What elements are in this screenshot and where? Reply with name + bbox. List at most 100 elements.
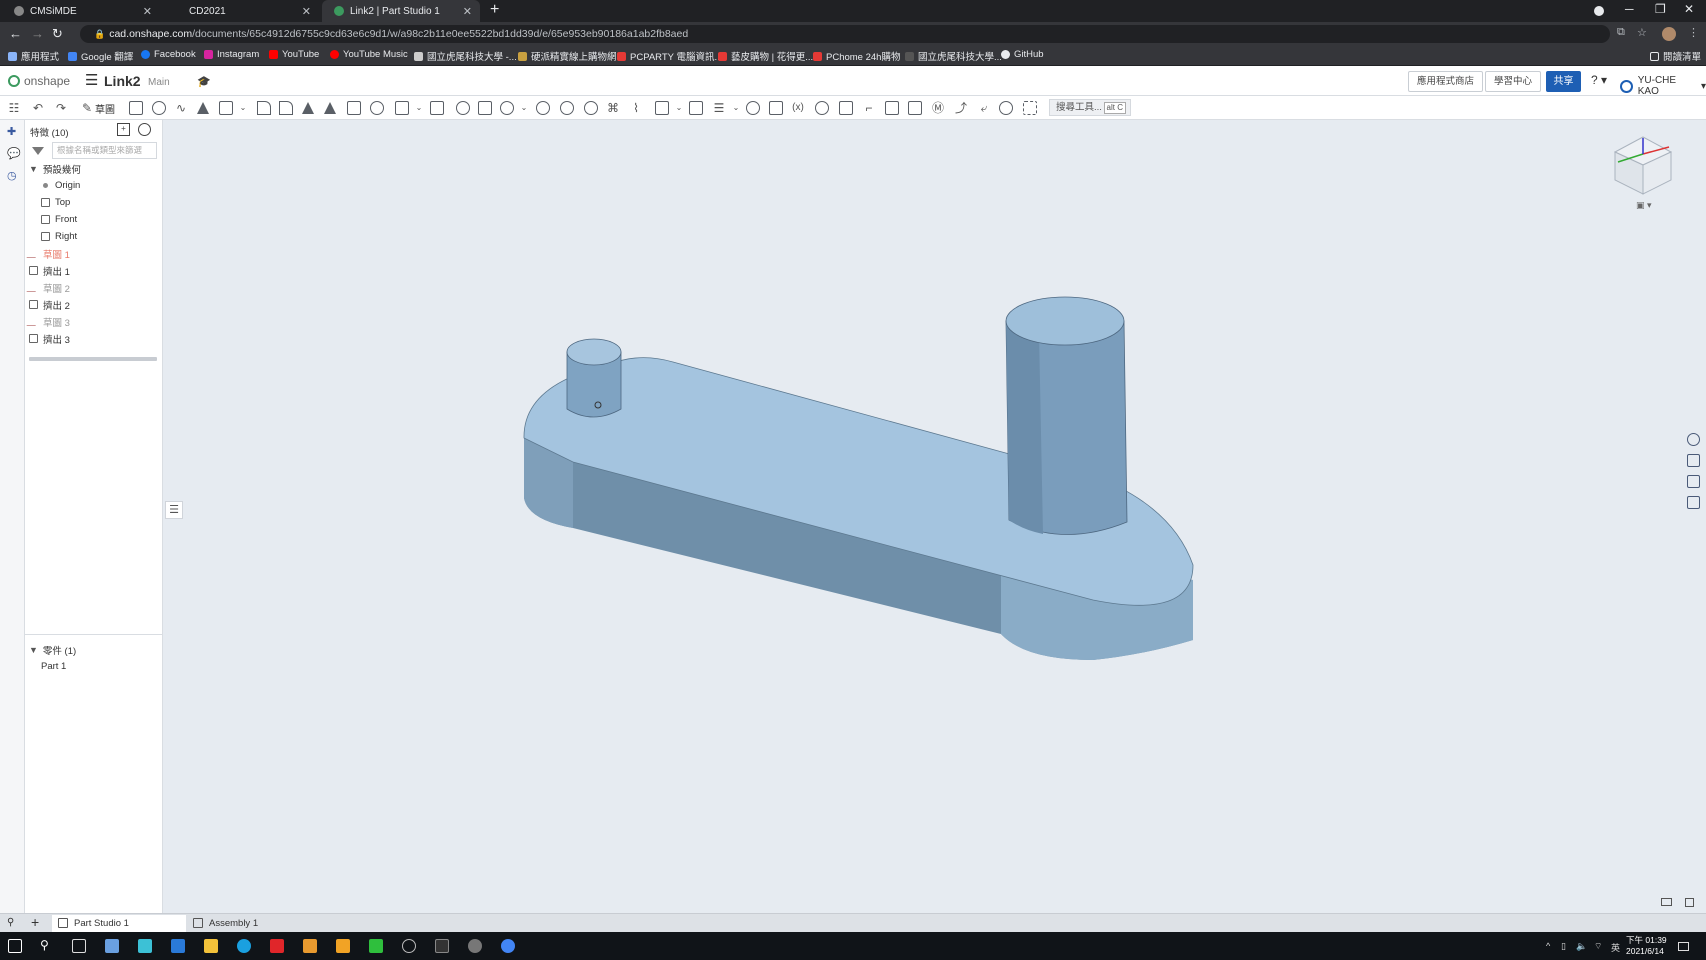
linear-pattern-icon[interactable] (395, 101, 409, 115)
user-menu[interactable]: YU-CHE KAO ▾ (1620, 75, 1706, 97)
sketch-icon[interactable]: ✎ (80, 101, 94, 115)
store-icon[interactable] (105, 939, 119, 953)
edge-icon[interactable] (237, 939, 251, 953)
terminal-icon[interactable] (435, 939, 449, 953)
tree-item-right[interactable]: Right (41, 229, 77, 244)
tree-parts-header[interactable]: ▼ 零件 (1) (29, 642, 76, 657)
app-icon[interactable] (402, 939, 416, 953)
file-explorer-icon[interactable] (204, 939, 218, 953)
search-icon[interactable]: ⚲ (40, 938, 54, 952)
tree-item-extrude2[interactable]: 擠出 2 (29, 297, 70, 312)
curve-icon[interactable]: ⌇ (629, 101, 643, 115)
bookmark-item[interactable]: GitHub (1001, 49, 1044, 60)
corner-icon[interactable]: ⤴ (954, 101, 968, 115)
configuration-icon[interactable] (1687, 454, 1700, 467)
bookmark-item[interactable]: YouTube Music (330, 49, 408, 60)
graduation-cap-icon[interactable]: 🎓 (197, 75, 211, 88)
tree-item-extrude1[interactable]: 擠出 1 (29, 263, 70, 278)
profile-dot-icon[interactable] (1594, 6, 1604, 16)
new-tab-icon[interactable]: + (490, 1, 499, 19)
list-icon[interactable]: ☰ (712, 101, 726, 115)
part-model[interactable] (163, 120, 1706, 916)
draft-icon[interactable] (302, 102, 314, 114)
acrobat-icon[interactable] (270, 939, 284, 953)
browser-tab-active[interactable]: Link2 | Part Studio 1 ✕ (322, 0, 480, 22)
app-icon[interactable] (468, 939, 482, 953)
tree-item-extrude3[interactable]: 擠出 3 (29, 331, 70, 346)
tree-item-top[interactable]: Top (41, 195, 70, 210)
fillet-icon[interactable] (257, 101, 271, 115)
chevron-down-icon[interactable]: ⌄ (517, 101, 531, 115)
mass-properties-icon[interactable] (1687, 496, 1700, 509)
line-icon[interactable] (369, 939, 383, 953)
variable-icon[interactable]: (x) (791, 101, 805, 115)
bookmark-item[interactable]: Google 翻譯 (68, 49, 133, 63)
rollback-bar[interactable] (29, 357, 157, 361)
bookmark-item[interactable]: PChome 24h購物 (813, 49, 900, 63)
chevron-down-icon[interactable]: ▼ (29, 164, 38, 174)
back-icon[interactable]: ← (9, 26, 22, 41)
chevron-down-icon[interactable]: ⌄ (729, 101, 743, 115)
shell-icon[interactable] (347, 101, 361, 115)
bookmark-apps[interactable]: 應用程式 (8, 49, 59, 63)
tree-item-sketch3[interactable]: 草圖 3 (26, 314, 70, 329)
helix-icon[interactable]: ⌘ (606, 101, 620, 115)
search-icon[interactable]: ⚲ (7, 917, 14, 928)
bookmark-item[interactable]: PCPARTY 電腦資訊... (617, 49, 722, 63)
view-options-icon[interactable]: ▣ ▾ (1636, 200, 1652, 211)
bend-icon[interactable] (908, 101, 922, 115)
appearance-icon[interactable] (1687, 433, 1700, 446)
measure-icon[interactable] (746, 101, 760, 115)
browser-tab[interactable]: CMSiMDE ✕ (2, 0, 160, 22)
rip-icon[interactable]: ⤶ (977, 101, 991, 115)
tab-assembly[interactable]: Assembly 1 (187, 915, 320, 932)
chrome-icon[interactable] (501, 939, 515, 953)
reload-icon[interactable]: ↻ (52, 26, 63, 42)
tab-part-studio[interactable]: Part Studio 1 (52, 915, 186, 932)
share-button[interactable]: 共享 (1546, 71, 1581, 92)
tray-chevron-icon[interactable]: ^ (1546, 941, 1550, 951)
form-icon[interactable]: Ⓜ (931, 101, 945, 115)
chevron-down-icon[interactable]: ⌄ (236, 101, 250, 115)
mate-connector-icon[interactable] (584, 101, 598, 115)
help-icon[interactable]: ? ▾ (1591, 73, 1607, 87)
tree-item-sketch2[interactable]: 草圖 2 (26, 280, 70, 295)
chevron-down-icon[interactable]: ⌄ (412, 101, 426, 115)
window-close-icon[interactable]: ✕ (1684, 2, 1694, 16)
star-icon[interactable]: ☆ (1637, 26, 1647, 39)
windows-start-icon[interactable] (8, 939, 22, 953)
rib-icon[interactable] (324, 102, 336, 114)
restore-icon[interactable]: ❐ (1655, 2, 1666, 16)
history-icon[interactable]: ◷ (7, 170, 19, 182)
panel-icon[interactable] (1685, 898, 1694, 907)
close-icon[interactable]: ✕ (302, 5, 311, 18)
volume-icon[interactable]: 🔈 (1576, 941, 1587, 952)
browser-tab[interactable]: CD2021 ✕ (161, 0, 319, 22)
frame-icon[interactable] (689, 101, 703, 115)
bookmark-item[interactable]: 硬派精實線上購物網 (518, 49, 617, 63)
bookmark-item[interactable]: 藝皮購物 | 花得更... (718, 49, 813, 63)
sweep-icon[interactable]: ∿ (174, 101, 188, 115)
tree-item-sketch1[interactable]: 草圖 1 (26, 246, 70, 261)
app-icon[interactable] (303, 939, 317, 953)
network-icon[interactable]: ▯ (1561, 941, 1566, 952)
avatar[interactable] (1662, 27, 1676, 41)
delete-part-icon[interactable] (536, 101, 550, 115)
sheet-metal-icon[interactable] (655, 101, 669, 115)
bookmark-item[interactable]: 國立虎尾科技大學 -... (414, 49, 517, 63)
bookmark-item[interactable]: Instagram (204, 49, 259, 60)
properties-icon[interactable] (1687, 475, 1700, 488)
undo-icon[interactable]: ↶ (31, 101, 45, 115)
app-icon[interactable] (336, 939, 350, 953)
insert-icon[interactable]: ✚ (7, 126, 19, 138)
mirror-icon[interactable] (430, 101, 444, 115)
hole-icon[interactable] (370, 101, 384, 115)
reading-list[interactable]: 閱讀清單 (1650, 49, 1701, 63)
chevron-down-icon[interactable]: ▼ (29, 645, 38, 655)
comment-icon[interactable]: 💬 (7, 148, 21, 160)
chevron-down-icon[interactable]: ⌄ (672, 101, 686, 115)
layout-icon[interactable] (1661, 898, 1672, 906)
bookmark-item[interactable]: Facebook (141, 49, 196, 60)
onshape-logo[interactable]: onshape (8, 74, 70, 88)
tree-item-front[interactable]: Front (41, 212, 77, 227)
